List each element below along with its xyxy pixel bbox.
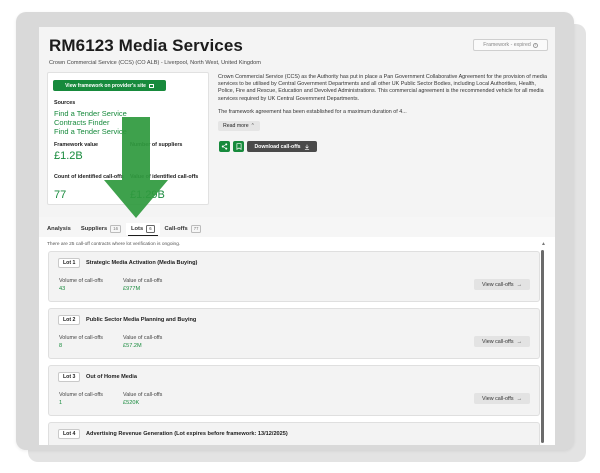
value-label: Value of call-offs — [123, 278, 163, 284]
bookmark-button[interactable] — [233, 141, 244, 152]
call-off-count-label: Count of identified call-offs — [54, 174, 124, 180]
scrollbar[interactable] — [541, 250, 544, 443]
value-label: Value of call-offs — [123, 392, 163, 398]
lot-card: Lot 4 Advertising Revenue Generation (Lo… — [48, 422, 540, 445]
call-off-count-value: 77 — [54, 189, 67, 201]
arrow-right-icon: → — [516, 281, 522, 288]
lot-card: Lot 2 Public Sector Media Planning and B… — [48, 308, 540, 359]
value-label: Value of call-offs — [123, 335, 163, 341]
lot-title: Public Sector Media Planning and Buying — [86, 317, 197, 323]
download-call-offs-button[interactable]: Download call-offs — [247, 141, 317, 152]
sources-label: Sources — [54, 100, 76, 106]
app-window: RM6123 Media Services Crown Commercial S… — [39, 27, 555, 445]
tab-count: 16 — [110, 225, 121, 233]
tab-count: 77 — [190, 225, 202, 233]
info-icon[interactable]: i — [532, 42, 538, 48]
status-badge: Framework - expired i — [473, 39, 548, 51]
framework-description-duration: The framework agreement has been establi… — [218, 109, 407, 115]
view-call-offs-button[interactable]: View call-offs → — [474, 393, 530, 404]
download-icon — [304, 144, 309, 150]
framework-header: RM6123 Media Services Crown Commercial S… — [39, 27, 555, 217]
tab-suppliers[interactable]: Suppliers 16 — [76, 223, 126, 235]
lot-title: Advertising Revenue Generation (Lot expi… — [86, 431, 288, 437]
view-framework-button[interactable]: View framework on provider's site — [53, 80, 166, 91]
read-more-label: Read more — [222, 123, 249, 129]
value-value: £520K — [123, 400, 140, 406]
scroll-up-icon[interactable]: ▲ — [541, 241, 546, 247]
lot-title: Strategic Media Activation (Media Buying… — [86, 260, 198, 266]
buyer-subtitle: Crown Commercial Service (CCS) (CO ALB) … — [49, 60, 261, 66]
call-off-value-label: Value of identified call-offs — [130, 174, 199, 180]
tab-label: Call-offs — [164, 226, 188, 232]
volume-value: 8 — [59, 343, 63, 349]
lot-badge: Lot 4 — [58, 429, 81, 439]
tab-bar: Analysis Suppliers 16 Lots 6 Call-offs 7… — [39, 223, 555, 236]
view-call-offs-label: View call-offs — [482, 281, 514, 288]
suppliers-label: Number of suppliers — [130, 142, 183, 148]
share-button[interactable] — [219, 141, 230, 152]
tab-analysis[interactable]: Analysis — [42, 223, 76, 235]
page-title: RM6123 Media Services — [49, 36, 243, 55]
lot-badge: Lot 1 — [58, 258, 81, 268]
monitor-icon — [148, 83, 154, 88]
lot-title: Out of Home Media — [86, 374, 137, 380]
lot-card: Lot 1 Strategic Media Activation (Media … — [48, 251, 540, 302]
tab-label: Suppliers — [80, 226, 108, 232]
tab-label: Lots — [130, 226, 144, 232]
view-call-offs-label: View call-offs — [482, 395, 514, 402]
value-value: £57.2M — [123, 343, 142, 349]
view-call-offs-label: View call-offs — [482, 338, 514, 345]
framework-value: £1.2B — [54, 150, 83, 162]
framework-details-box: View framework on provider's site Source… — [47, 72, 209, 205]
status-badge-label: Framework - expired — [483, 42, 531, 48]
tab-count: 6 — [146, 225, 155, 233]
tab-label: Analysis — [47, 226, 71, 232]
volume-label: Volume of call-offs — [59, 335, 103, 341]
volume-label: Volume of call-offs — [59, 278, 103, 284]
view-call-offs-button[interactable]: View call-offs → — [474, 279, 530, 290]
volume-value: 1 — [59, 400, 63, 406]
bookmark-icon — [236, 143, 241, 150]
lot-badge: Lot 2 — [58, 315, 81, 325]
read-more-button[interactable]: Read more ⌃ — [218, 121, 260, 131]
view-framework-label: View framework on provider's site — [65, 82, 146, 89]
source-link-find-a-tender-2[interactable]: Find a Tender Service — [54, 127, 127, 136]
download-call-offs-label: Download call-offs — [254, 143, 301, 150]
volume-label: Volume of call-offs — [59, 392, 103, 398]
tab-call-offs[interactable]: Call-offs 77 — [160, 223, 207, 235]
volume-value: 43 — [59, 286, 66, 292]
lot-badge: Lot 3 — [58, 372, 81, 382]
view-call-offs-button[interactable]: View call-offs → — [474, 336, 530, 347]
source-link-find-a-tender[interactable]: Find a Tender Service — [54, 109, 127, 118]
lot-verification-note: There are 25 call-off contracts where lo… — [47, 242, 181, 247]
share-icon — [221, 143, 228, 150]
tab-lots[interactable]: Lots 6 — [125, 223, 160, 236]
lots-panel: There are 25 call-off contracts where lo… — [39, 237, 555, 445]
value-value: £977M — [123, 286, 141, 292]
call-off-value: £1.29B — [130, 189, 165, 201]
chevron-updown-icon: ⌃ — [250, 123, 256, 129]
lot-card: Lot 3 Out of Home Media Volume of call-o… — [48, 365, 540, 416]
arrow-right-icon: → — [516, 338, 522, 345]
arrow-right-icon: → — [516, 395, 522, 402]
framework-description: Crown Commercial Service (CCS) as the Au… — [218, 74, 547, 102]
framework-value-label: Framework value — [54, 142, 99, 148]
source-link-contracts-finder[interactable]: Contracts Finder — [54, 118, 109, 127]
